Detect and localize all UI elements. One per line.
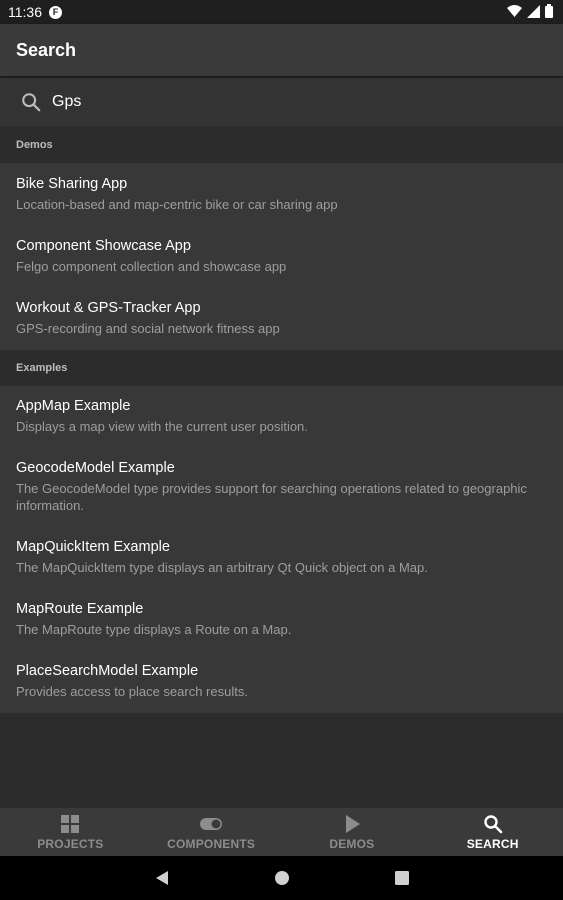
search-bar[interactable] (0, 78, 563, 126)
tab-label: PROJECTS (37, 836, 104, 851)
item-title: PlaceSearchModel Example (16, 663, 199, 679)
recents-button[interactable] (342, 856, 462, 900)
item-title: GeocodeModel Example (16, 460, 175, 476)
home-button[interactable] (222, 856, 342, 900)
item-description: Location-based and map-centric bike or c… (16, 197, 338, 212)
item-title: AppMap Example (16, 398, 131, 414)
battery-icon (545, 4, 553, 18)
status-icons (507, 4, 553, 18)
list-item[interactable]: MapRoute Example The MapRoute type displ… (0, 589, 563, 651)
back-icon (155, 871, 168, 885)
section-header-demos: Demos (0, 127, 563, 163)
app-notification-icon: F (49, 5, 62, 19)
toggle-icon (200, 817, 223, 830)
item-description: The GeocodeModel type provides support f… (16, 481, 527, 513)
tab-components[interactable]: COMPONENTS (141, 808, 282, 856)
home-icon (274, 871, 289, 885)
list-item[interactable]: Component Showcase App Felgo component c… (0, 225, 563, 287)
list-item[interactable]: MapQuickItem Example The MapQuickItem ty… (0, 527, 563, 589)
demos-list: Bike Sharing App Location-based and map-… (0, 163, 563, 350)
page-title: Search (16, 39, 77, 60)
list-item[interactable]: AppMap Example Displays a map view with … (0, 386, 563, 448)
back-button[interactable] (102, 856, 222, 900)
search-icon (483, 814, 502, 833)
list-item[interactable]: Workout & GPS-Tracker App GPS-recording … (0, 287, 563, 350)
item-title: MapRoute Example (16, 601, 144, 617)
search-input[interactable] (52, 93, 492, 111)
item-title: Component Showcase App (16, 238, 191, 254)
list-item[interactable]: Bike Sharing App Location-based and map-… (0, 163, 563, 225)
list-item[interactable]: PlaceSearchModel Example Provides access… (0, 651, 563, 713)
grid-icon (61, 814, 80, 833)
item-title: Bike Sharing App (16, 176, 128, 192)
app-bar: Search (0, 24, 563, 76)
tab-projects[interactable]: PROJECTS (0, 808, 141, 856)
item-description: Displays a map view with the current use… (16, 419, 308, 434)
section-header-examples: Examples (0, 350, 563, 386)
tab-label: COMPONENTS (167, 836, 256, 851)
recents-icon (394, 871, 409, 885)
wifi-icon (507, 4, 522, 17)
item-description: GPS-recording and social network fitness… (16, 321, 280, 336)
item-description: Felgo component collection and showcase … (16, 259, 287, 274)
item-description: Provides access to place search results. (16, 684, 248, 699)
item-title: Workout & GPS-Tracker App (16, 300, 201, 316)
signal-icon (527, 4, 540, 18)
tab-search[interactable]: SEARCH (422, 808, 563, 856)
status-time: 11:36 (8, 4, 42, 20)
section-label: Examples (16, 362, 68, 374)
examples-list: AppMap Example Displays a map view with … (0, 386, 563, 713)
item-description: The MapRoute type displays a Route on a … (16, 622, 292, 637)
play-icon (345, 814, 360, 833)
item-description: The MapQuickItem type displays an arbitr… (16, 560, 428, 575)
status-bar: 11:36 F (0, 0, 563, 24)
system-navigation-bar (0, 856, 563, 900)
item-title: MapQuickItem Example (16, 539, 170, 555)
tab-label: SEARCH (466, 836, 519, 851)
section-label: Demos (16, 139, 53, 151)
list-item[interactable]: GeocodeModel Example The GeocodeModel ty… (0, 448, 563, 527)
bottom-navigation: PROJECTS COMPONENTS DEMOS SEARCH (0, 808, 563, 856)
tab-demos[interactable]: DEMOS (282, 808, 423, 856)
search-icon (22, 93, 41, 112)
tab-label: DEMOS (329, 836, 375, 851)
